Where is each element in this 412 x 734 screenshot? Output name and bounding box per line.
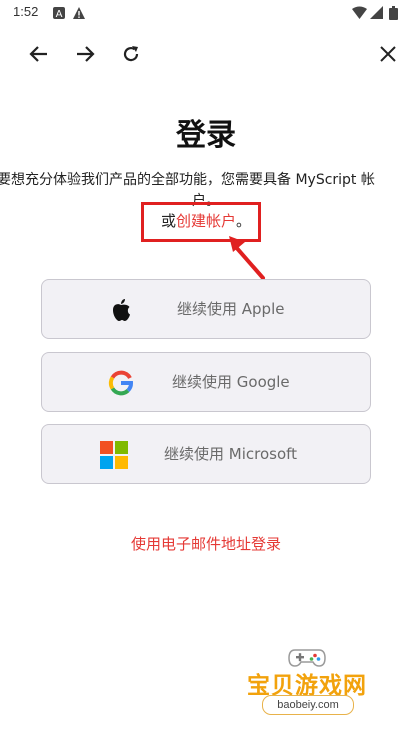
email-login-link[interactable]: 使用电子邮件地址登录 (0, 533, 412, 554)
continue-with-microsoft-label: 继续使用 Microsoft (164, 445, 298, 463)
description-text: 要想充分体验我们产品的全部功能，您需要具备 MyScript 帐 (0, 172, 375, 188)
watermark-logo: 宝贝游戏网 baobeiy.com (232, 640, 382, 720)
wifi-icon (352, 5, 367, 24)
continue-with-google-button[interactable]: 继续使用 Google (41, 352, 371, 412)
gamepad-icon (288, 649, 326, 667)
back-arrow-icon[interactable] (21, 34, 57, 74)
reload-icon[interactable] (113, 34, 149, 74)
apple-logo-icon (113, 299, 130, 321)
status-bar: 1:52 A (0, 0, 412, 26)
browser-nav-bar (0, 34, 412, 76)
continue-with-apple-button[interactable]: 继续使用 Apple (41, 279, 371, 339)
continue-with-microsoft-button[interactable]: 继续使用 Microsoft (41, 424, 371, 484)
forward-arrow-icon[interactable] (67, 34, 103, 74)
close-icon[interactable] (370, 34, 406, 74)
cell-signal-icon (370, 5, 383, 24)
battery-icon (389, 5, 398, 24)
microsoft-logo-icon (100, 441, 128, 469)
annotation-arrow-icon (229, 236, 265, 280)
svg-text:A: A (56, 9, 63, 20)
google-logo-icon (108, 370, 133, 396)
watermark-url: baobeiy.com (262, 695, 354, 715)
page-title: 登录 (176, 118, 236, 153)
status-time: 1:52 (13, 4, 39, 19)
notification-a-icon: A (52, 5, 66, 24)
warning-icon (72, 5, 86, 24)
continue-with-google-label: 继续使用 Google (172, 373, 290, 391)
continue-with-apple-label: 继续使用 Apple (177, 300, 285, 318)
